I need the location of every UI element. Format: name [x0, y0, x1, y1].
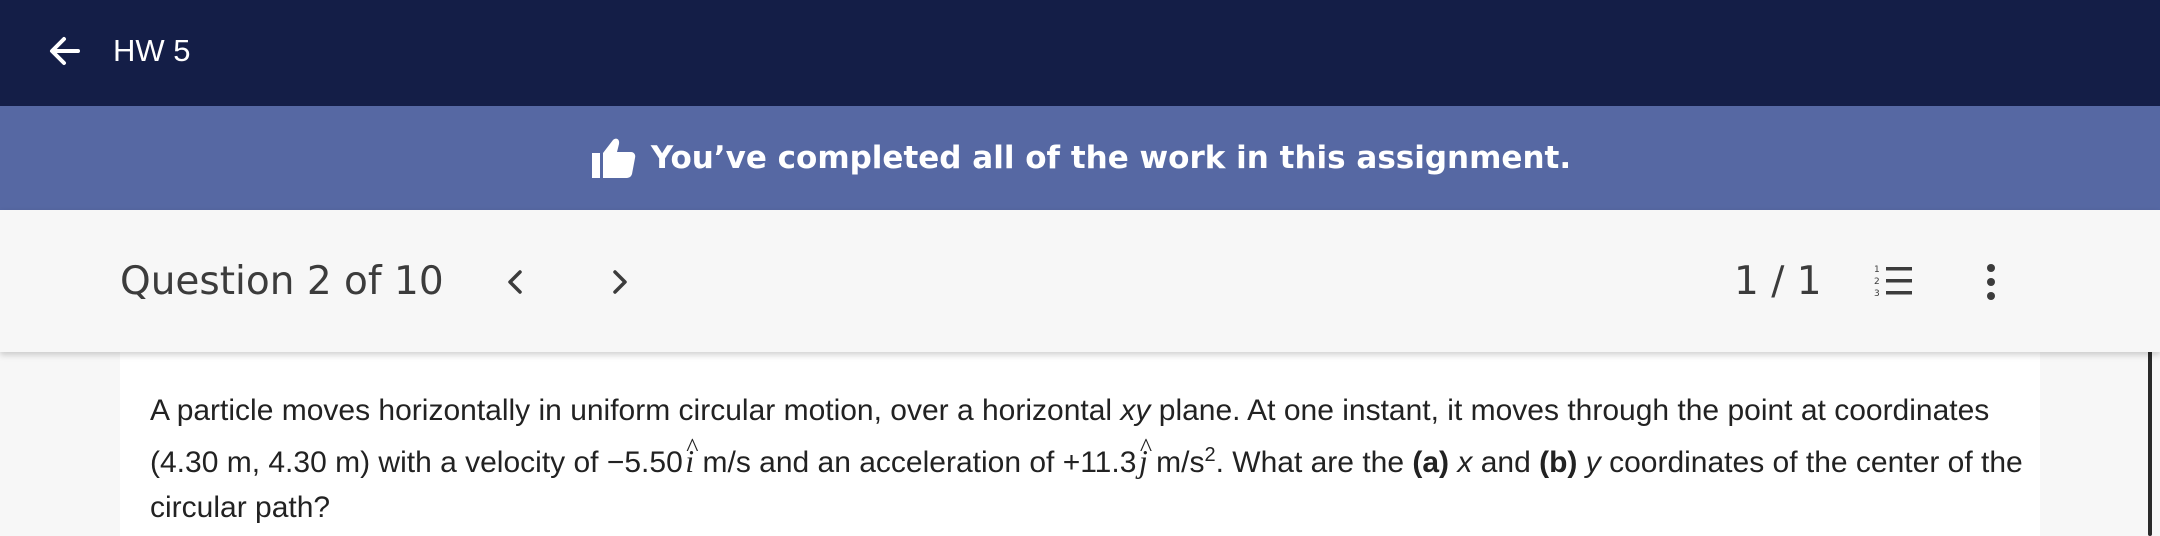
numbered-list-icon: 1 2 3	[1874, 265, 1912, 299]
top-bar: HW 5	[0, 0, 2160, 106]
chevron-right-icon	[613, 270, 627, 294]
next-question-button[interactable]	[597, 260, 641, 304]
i-hat-unit-vector: i	[685, 425, 698, 484]
chevron-left-icon	[508, 270, 522, 294]
back-button[interactable]	[44, 30, 86, 72]
svg-text:3: 3	[1874, 289, 1880, 299]
completion-message: You’ve completed all of the work in this…	[650, 140, 1572, 176]
question-card: A particle moves horizontally in uniform…	[120, 352, 2040, 536]
question-counter: Question 2 of 10	[120, 259, 444, 304]
question-list-button[interactable]: 1 2 3	[1872, 262, 1916, 302]
j-hat-unit-vector: j	[1139, 425, 1152, 484]
question-score: 1 / 1	[1734, 259, 1822, 304]
more-vertical-icon	[1987, 264, 1995, 300]
more-options-button[interactable]	[1975, 260, 2007, 304]
svg-text:2: 2	[1874, 277, 1880, 287]
assignment-title: HW 5	[113, 33, 191, 68]
previous-question-button[interactable]	[494, 260, 538, 304]
svg-text:1: 1	[1874, 265, 1880, 275]
question-toolbar: Question 2 of 10 1 / 1 1 2 3	[0, 210, 2160, 352]
thumbs-up-icon	[589, 134, 637, 182]
arrow-left-icon	[50, 37, 80, 65]
question-text: A particle moves horizontally in uniform…	[150, 388, 2030, 530]
completion-banner: You’ve completed all of the work in this…	[0, 106, 2160, 210]
